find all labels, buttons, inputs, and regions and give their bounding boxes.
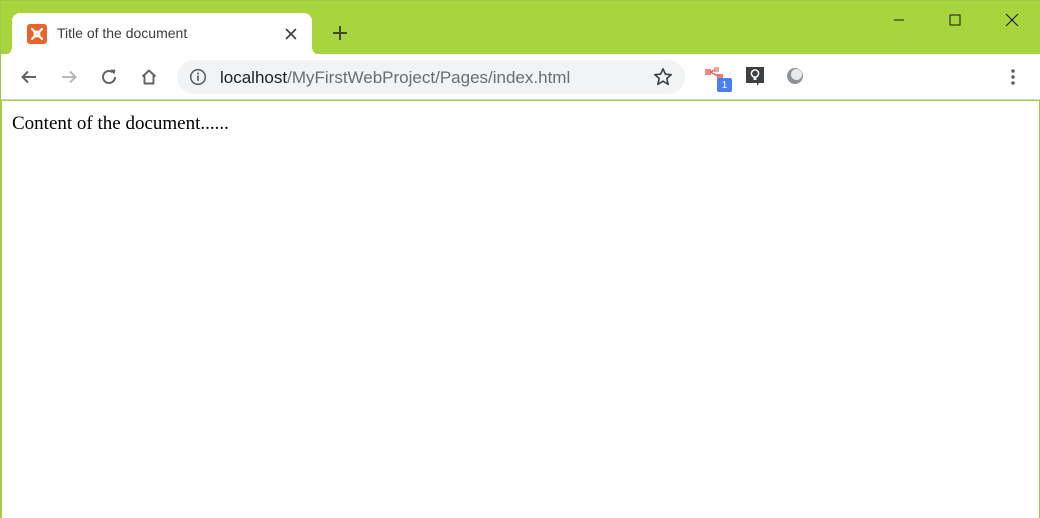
url-host: localhost	[220, 68, 288, 87]
extension-bulb-icon[interactable]	[744, 65, 768, 89]
page-viewport: Content of the document......	[2, 101, 1039, 518]
xampp-icon	[27, 24, 47, 44]
forward-button[interactable]	[53, 61, 85, 93]
more-vertical-icon	[1011, 69, 1015, 85]
url-path: /MyFirstWebProject/Pages/index.html	[287, 68, 571, 87]
maximize-button[interactable]	[926, 1, 983, 39]
address-bar[interactable]: localhost/MyFirstWebProject/Pages/index.…	[177, 60, 685, 94]
arrow-right-icon	[62, 70, 77, 84]
home-button[interactable]	[133, 61, 165, 93]
window-close-button[interactable]	[983, 1, 1040, 39]
minimize-button[interactable]	[870, 1, 927, 39]
tab-title: Title of the document	[57, 25, 188, 41]
arrow-left-icon	[21, 70, 36, 84]
reload-icon	[102, 69, 116, 84]
extension-red-icon[interactable]: 1	[705, 65, 732, 92]
extension-badge: 1	[717, 78, 732, 92]
bookmark-star-icon[interactable]	[653, 67, 673, 87]
plus-icon	[333, 26, 347, 40]
menu-button[interactable]	[997, 61, 1029, 93]
close-icon	[285, 28, 297, 40]
url-text[interactable]: localhost/MyFirstWebProject/Pages/index.…	[220, 68, 570, 88]
tab-close-button[interactable]	[280, 23, 302, 45]
back-button[interactable]	[13, 61, 45, 93]
extension-circle-icon[interactable]	[784, 65, 808, 89]
reload-button[interactable]	[93, 61, 125, 93]
document-content: Content of the document......	[12, 113, 229, 134]
maximize-icon	[949, 14, 960, 26]
info-icon[interactable]	[189, 68, 207, 86]
tab-strip: Title of the document	[1, 1, 1040, 55]
tab-active[interactable]: Title of the document	[4, 13, 320, 55]
browser-toolbar: localhost/MyFirstWebProject/Pages/index.…	[1, 54, 1040, 100]
home-icon	[141, 69, 157, 85]
minimize-icon	[893, 19, 904, 21]
new-tab-button[interactable]	[327, 20, 353, 46]
close-icon	[1005, 13, 1018, 27]
browser-window: Title of the document localhost/MyFirstW…	[0, 0, 1040, 518]
